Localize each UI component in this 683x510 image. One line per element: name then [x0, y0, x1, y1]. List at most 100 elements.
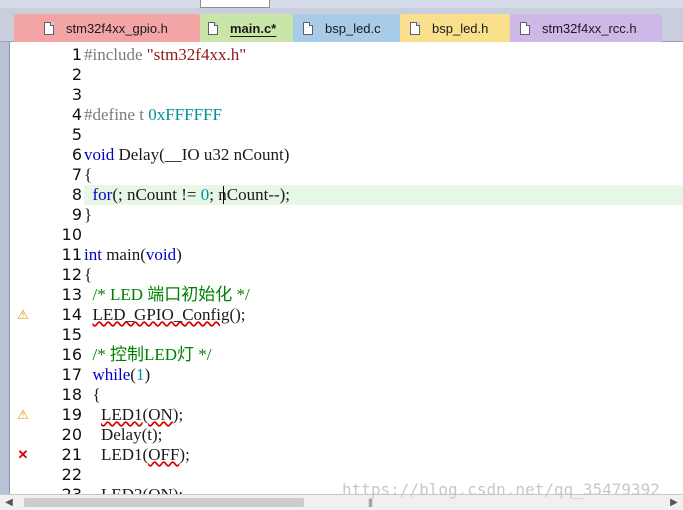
code-token: #include	[84, 45, 147, 64]
code-token: {	[84, 265, 93, 284]
tab-stm32f4xx-rcc-h[interactable]: stm32f4xx_rcc.h	[510, 14, 662, 42]
line-number: 9	[71, 205, 82, 224]
line-number: 4	[71, 105, 82, 124]
code-editor[interactable]: #include "stm32f4xx.h" #define t 0xFFFFFF…	[84, 42, 683, 494]
code-line[interactable]: }	[84, 205, 683, 225]
code-line[interactable]: int main(void)	[84, 245, 683, 265]
code-line[interactable]: void Delay(__IO u32 nCount)	[84, 145, 683, 165]
line-number: 15	[61, 325, 82, 344]
line-number: 3	[71, 85, 82, 104]
line-number: 8	[71, 185, 82, 204]
code-line[interactable]	[84, 325, 683, 345]
line-number: 7	[71, 165, 82, 184]
code-token: Delay(__IO u32 nCount)	[114, 145, 290, 164]
file-icon	[520, 21, 530, 35]
line-number: 13	[61, 285, 82, 304]
code-line[interactable]: {	[84, 165, 683, 185]
code-line[interactable]: LED1(OFF);	[84, 445, 683, 465]
line-number: 12	[61, 265, 82, 284]
code-token: void	[84, 145, 115, 164]
watermark: https://blog.csdn.net/qq_35479392	[342, 480, 660, 499]
tab-stm32f4xx-gpio-h[interactable]: stm32f4xx_gpio.h	[14, 14, 200, 42]
line-number: 17	[61, 365, 82, 384]
tab-label: stm32f4xx_rcc.h	[542, 20, 637, 36]
code-token: (; nCount !=	[112, 185, 201, 204]
line-number: 22	[61, 465, 82, 484]
tab-bsp-led-c[interactable]: bsp_led.c	[293, 14, 400, 42]
text-cursor	[223, 186, 224, 204]
code-line[interactable]: /* 控制LED灯 */	[84, 345, 683, 365]
code-line[interactable]: #include "stm32f4xx.h"	[84, 45, 683, 65]
error-icon[interactable]: ✕	[15, 447, 31, 463]
code-line[interactable]	[84, 125, 683, 145]
code-token: LED1	[101, 405, 143, 424]
code-token: OFF	[148, 445, 180, 464]
code-token: for	[92, 185, 113, 204]
line-number-gutter[interactable]: 1234567891011121314⚠1516171819⚠2021✕2223	[10, 42, 84, 504]
code-line[interactable]: {	[84, 385, 683, 405]
code-token: {	[84, 385, 101, 404]
code-token: )	[144, 365, 151, 384]
code-line[interactable]: LED_GPIO_Config();	[84, 305, 683, 325]
code-token: int	[84, 245, 102, 264]
code-token: ON	[148, 405, 173, 424]
code-token: "stm32f4xx.h"	[146, 45, 247, 64]
code-token: )	[176, 245, 182, 264]
file-icon	[410, 21, 420, 35]
scroll-left-icon[interactable]: ◀	[2, 496, 16, 510]
toolbar-strip	[0, 0, 683, 8]
code-line[interactable]: LED1(ON);	[84, 405, 683, 425]
code-token: {	[84, 165, 93, 184]
code-line[interactable]: for(; nCount != 0; nCount--);	[84, 185, 683, 205]
scroll-right-icon[interactable]: ▶	[667, 496, 681, 510]
line-number: 16	[61, 345, 82, 364]
code-token: );	[179, 445, 190, 464]
code-token: 0xFFFFFF	[148, 105, 222, 124]
code-token: }	[84, 205, 93, 224]
warning-icon[interactable]: ⚠	[15, 307, 31, 323]
file-icon	[208, 21, 218, 35]
code-line[interactable]: #define t 0xFFFFFF	[84, 105, 683, 125]
tab-label: bsp_led.c	[325, 20, 381, 36]
code-token: 0	[200, 185, 210, 204]
code-token: );	[172, 405, 184, 424]
file-icon	[44, 21, 54, 35]
tab-label: bsp_led.h	[432, 20, 489, 36]
code-token: /* 控制LED灯 */	[92, 345, 212, 364]
editor-tab-bar: stm32f4xx_gpio.h main.c* bsp_led.c bsp_l…	[0, 8, 683, 42]
line-number: 11	[61, 245, 82, 264]
warning-icon[interactable]: ⚠	[15, 407, 31, 423]
target-select[interactable]	[200, 0, 270, 8]
line-number: 10	[61, 225, 82, 244]
code-line[interactable]	[84, 85, 683, 105]
line-number: 20	[61, 425, 82, 444]
tab-label: stm32f4xx_gpio.h	[66, 20, 168, 36]
code-line[interactable]	[84, 65, 683, 85]
tab-label: main.c*	[230, 20, 277, 36]
code-line[interactable]: /* LED 端口初始化 */	[84, 285, 683, 305]
scrollbar-thumb[interactable]	[24, 498, 304, 507]
code-token: main(	[101, 245, 146, 264]
left-panel-edge	[0, 42, 10, 494]
code-token: #define t	[84, 105, 149, 124]
code-line[interactable]	[84, 225, 683, 245]
code-line[interactable]: while(1)	[84, 365, 683, 385]
code-token: void	[145, 245, 177, 264]
code-line[interactable]: Delay(t);	[84, 425, 683, 445]
code-token: LED_GPIO_Config	[92, 305, 230, 324]
code-token: /* LED 端口初始化 */	[92, 285, 250, 304]
code-token: ; nCount--);	[209, 185, 291, 204]
code-token: LED2(ON);	[84, 485, 183, 494]
tab-main-c[interactable]: main.c*	[200, 14, 293, 42]
code-token: Delay(t);	[84, 425, 163, 444]
code-token: LED1(	[84, 445, 149, 464]
file-icon	[303, 21, 313, 35]
line-number: 1	[71, 45, 82, 64]
tab-bsp-led-h[interactable]: bsp_led.h	[400, 14, 510, 42]
code-line[interactable]: {	[84, 265, 683, 285]
